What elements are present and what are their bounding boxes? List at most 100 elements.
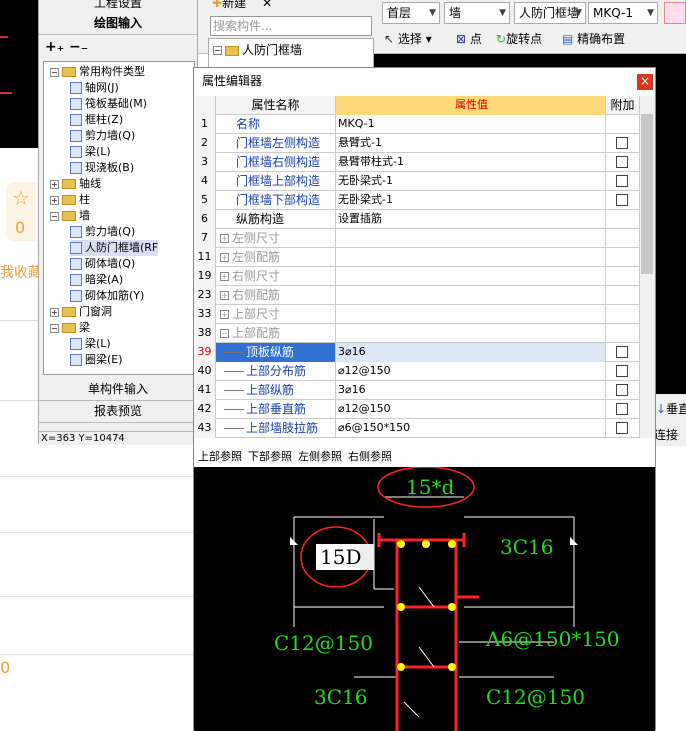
tree-item[interactable]: − 墙 xyxy=(50,208,90,224)
tree-item[interactable]: 梁(L) xyxy=(70,144,111,160)
tree-item[interactable]: 圈梁(E) xyxy=(70,352,123,368)
property-row[interactable]: 11 + 左侧配筋 xyxy=(194,248,639,267)
property-row[interactable]: 2 门框墙左侧构造 悬臂式-1 xyxy=(194,134,639,153)
property-value[interactable]: 无卧梁式-1 xyxy=(336,172,606,191)
expand-toggle-icon[interactable]: − xyxy=(50,211,59,221)
property-row[interactable]: 7 + 左侧尺寸 xyxy=(194,229,639,248)
tab-reference[interactable]: 下部参照 xyxy=(248,450,292,463)
scrollbar-thumb[interactable] xyxy=(641,114,653,274)
extra-checkbox[interactable] xyxy=(616,175,628,187)
tab-report-preview[interactable]: 报表预览 xyxy=(39,401,197,423)
point-button[interactable]: ⊠ 点 xyxy=(456,30,482,47)
property-row[interactable]: 6 纵筋构造 设置插筋 xyxy=(194,210,639,229)
tree-item[interactable]: 轴网(J) xyxy=(70,80,119,96)
tree-item[interactable]: + 轴线 xyxy=(50,176,101,192)
property-value[interactable] xyxy=(336,324,606,343)
vertical-button[interactable]: ↓垂直 xyxy=(656,400,686,417)
extra-checkbox[interactable] xyxy=(616,384,628,396)
property-value[interactable]: 悬臂式-1 xyxy=(336,134,606,153)
property-row[interactable]: 42 上部垂直筋 ⌀12@150 xyxy=(194,400,639,419)
precise-layout-button[interactable]: ▤ 精确布置 xyxy=(562,30,625,47)
tree-item[interactable]: − 梁 xyxy=(50,320,90,336)
tree-item[interactable]: 现浇板(B) xyxy=(70,160,134,176)
property-row[interactable]: 19 + 右侧尺寸 xyxy=(194,267,639,286)
property-row[interactable]: 4 门框墙上部构造 无卧梁式-1 xyxy=(194,172,639,191)
property-value[interactable]: 3⌀16 xyxy=(336,381,606,400)
tree-item[interactable]: 砌体墙(Q) xyxy=(70,256,135,272)
tree-item[interactable]: − 常用构件类型 xyxy=(50,64,145,80)
tree-item[interactable]: + 柱 xyxy=(50,192,90,208)
tree-item[interactable]: 暗梁(A) xyxy=(70,272,123,288)
property-value[interactable] xyxy=(336,229,606,248)
property-row[interactable]: 38− 上部配筋 xyxy=(194,324,639,343)
tree-item[interactable]: 框柱(Z) xyxy=(70,112,123,128)
property-row[interactable]: 41 上部纵筋 3⌀16 xyxy=(194,381,639,400)
cad-viewport-left[interactable] xyxy=(0,0,38,148)
new-button[interactable]: ✚新建 ✕ xyxy=(212,0,272,11)
extra-checkbox[interactable] xyxy=(616,346,628,358)
connect-button[interactable]: 连接 xyxy=(654,426,678,443)
tree-item[interactable]: 砌体加筋(Y) xyxy=(70,288,144,304)
tab-reference[interactable]: 右侧参照 xyxy=(348,450,392,463)
expand-all-icon[interactable]: +₊ −₋ xyxy=(45,39,88,55)
component-list[interactable]: − 人防门框墙 xyxy=(208,38,374,68)
group-toggle-icon[interactable]: + xyxy=(220,253,229,262)
tab-reference[interactable]: 左侧参照 xyxy=(298,450,342,463)
property-row[interactable]: 43 上部墙肢拉筋 ⌀6@150*150 xyxy=(194,419,639,438)
tree-item[interactable]: 剪力墙(Q) xyxy=(70,224,135,240)
tree-item[interactable]: + 门窗洞 xyxy=(50,304,112,320)
extra-checkbox[interactable] xyxy=(616,137,628,149)
category-select[interactable]: 墙 ▼ xyxy=(444,2,510,24)
extra-checkbox[interactable] xyxy=(616,194,628,206)
property-row[interactable]: 33 + 上部尺寸 xyxy=(194,305,639,324)
group-toggle-icon[interactable]: + xyxy=(220,310,229,319)
expand-toggle-icon[interactable]: + xyxy=(50,307,59,317)
extra-checkbox[interactable] xyxy=(616,422,628,434)
group-toggle-icon[interactable]: − xyxy=(220,329,229,338)
property-value[interactable]: 悬臂带柱式-1 xyxy=(336,153,606,172)
group-toggle-icon[interactable]: + xyxy=(220,272,229,281)
rotate-point-button[interactable]: ↻旋转点 xyxy=(496,30,542,47)
property-row[interactable]: 23 + 右侧配筋 xyxy=(194,286,639,305)
tree-item[interactable]: 人防门框墙(RF xyxy=(70,240,159,256)
property-row[interactable]: 40 上部分布筋 ⌀12@150 xyxy=(194,362,639,381)
property-value[interactable]: 无卧梁式-1 xyxy=(336,191,606,210)
expand-toggle-icon[interactable]: + xyxy=(50,179,59,189)
property-row[interactable]: 1 名称 MKQ-1 xyxy=(194,115,639,134)
group-toggle-icon[interactable]: + xyxy=(220,291,229,300)
tree-item[interactable]: 剪力墙(Q) xyxy=(70,128,135,144)
favorite-label[interactable]: 我收藏 xyxy=(0,262,42,282)
property-value[interactable]: 设置插筋 xyxy=(336,210,606,229)
property-row[interactable]: 39 顶板纵筋 3⌀16 xyxy=(194,343,639,362)
tree-item[interactable]: 筏板基础(M) xyxy=(70,96,147,112)
dim-left-label[interactable]: 15D xyxy=(320,545,361,569)
property-row[interactable]: 5 门框墙下部构造 无卧梁式-1 xyxy=(194,191,639,210)
type-select[interactable]: 人防门框墙 ▼ xyxy=(514,2,586,24)
close-button[interactable]: × xyxy=(637,74,653,90)
tab-single-component[interactable]: 单构件输入 xyxy=(39,379,197,401)
tab-draw-input[interactable]: 绘图输入 xyxy=(39,13,197,35)
property-value[interactable]: ⌀12@150 xyxy=(336,400,606,419)
component-tree[interactable]: − 常用构件类型 轴网(J) 筏板基础(M) 框柱(Z) 剪力墙(Q) 梁(L) 现浇板(B)… xyxy=(43,61,195,375)
expand-toggle-icon[interactable]: + xyxy=(50,195,59,205)
star-icon[interactable]: ☆ xyxy=(12,186,30,210)
section-drawing[interactable]: 15*d 15D 3C16 C12@150 A6@150*150 3C16 C1… xyxy=(194,467,655,731)
property-value[interactable] xyxy=(336,305,606,324)
property-row[interactable]: 3 门框墙右侧构造 悬臂带柱式-1 xyxy=(194,153,639,172)
property-value[interactable] xyxy=(336,248,606,267)
tree-item[interactable]: 梁(L) xyxy=(70,336,111,352)
select-button[interactable]: ↖ 选择 ▾ xyxy=(384,30,432,47)
extra-checkbox[interactable] xyxy=(616,403,628,415)
component-search-input[interactable]: 搜索构件... xyxy=(210,16,372,36)
property-value[interactable]: ⌀6@150*150 xyxy=(336,419,606,438)
floor-select[interactable]: 首层 ▼ xyxy=(382,2,440,24)
property-value[interactable]: MKQ-1 xyxy=(336,115,606,134)
component-select[interactable]: MKQ-1 ▼ xyxy=(588,2,658,24)
property-value[interactable] xyxy=(336,286,606,305)
expand-toggle-icon[interactable]: − xyxy=(50,323,59,333)
tab-reference[interactable]: 上部参照 xyxy=(198,450,242,463)
property-value[interactable] xyxy=(336,267,606,286)
expand-toggle-icon[interactable]: − xyxy=(50,67,59,77)
extra-checkbox[interactable] xyxy=(616,156,628,168)
group-toggle-icon[interactable]: + xyxy=(220,234,229,243)
